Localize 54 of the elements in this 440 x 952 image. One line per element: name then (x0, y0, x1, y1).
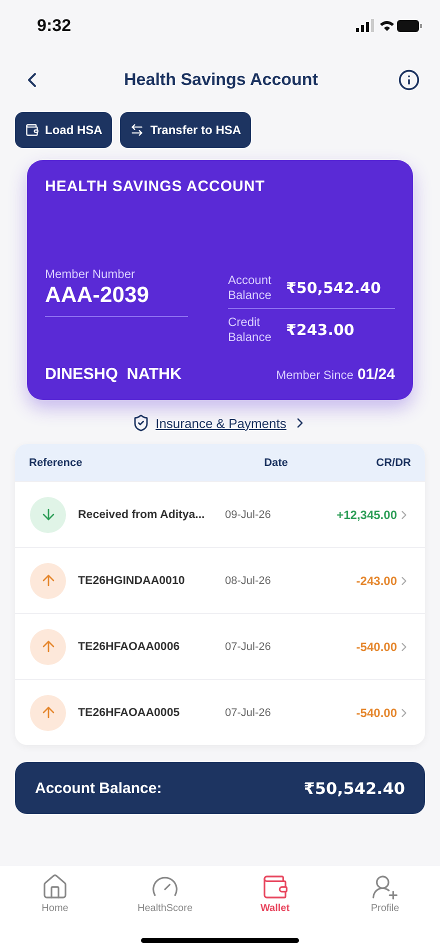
column-header: CR/DR (375, 456, 411, 468)
balance-bar-value: ₹50,542.40 (304, 778, 405, 798)
battery-icon (397, 20, 422, 32)
amount-text: -243.00 (355, 574, 397, 588)
member-number-label: Member Number (45, 267, 136, 282)
card-title: HEALTH SAVINGS ACCOUNT (45, 178, 266, 195)
status-time: 9:32 (37, 16, 72, 36)
nav-tab[interactable]: HealthScore (110, 872, 220, 952)
date-text: 07-Jul-26 (225, 706, 272, 718)
balance-value: ₹243.00 (286, 320, 354, 339)
home-icon (41, 873, 69, 901)
reference-text: TE26HFAOAA0006 (78, 640, 181, 652)
date-text: 08-Jul-26 (225, 574, 272, 586)
swap-icon (130, 123, 144, 137)
balance-bar-label: Account Balance: (35, 780, 162, 796)
transaction-row[interactable]: TE26HFAOAA0006 07-Jul-26 -540.00 (15, 613, 425, 679)
date-text: 09-Jul-26 (225, 508, 272, 520)
arrow-down-icon (30, 496, 66, 532)
member-number: AAA-2039 (45, 282, 150, 308)
balance-label: Credit Balance (228, 315, 272, 344)
reference-text: TE26HGINDAA0010 (78, 574, 186, 586)
reference-text: Received from Aditya... (78, 508, 206, 520)
nav-tab[interactable]: Home (0, 872, 110, 952)
transfer-button[interactable]: Transfer to HSA (120, 112, 252, 148)
member-name: DINESHQ NATHK (45, 366, 182, 384)
column-header: Date (263, 456, 289, 468)
nav-tab[interactable]: Wallet (220, 872, 330, 952)
transaction-row[interactable]: TE26HGINDAA0010 08-Jul-26 -243.00 (15, 547, 425, 613)
insurance-payments-link[interactable]: Insurance & Payments (156, 416, 286, 430)
amount-text: -540.00 (355, 706, 397, 720)
signal-icon (356, 19, 374, 32)
wallet-icon (261, 873, 289, 901)
load-button[interactable]: Load HSA (15, 112, 112, 148)
transaction-row[interactable]: Received from Aditya... 09-Jul-26 +12,345.00 (15, 481, 425, 547)
transaction-row[interactable]: TE26HFAOAA0005 07-Jul-26 -540.00 (15, 679, 425, 745)
member-since-label: Member Since (276, 368, 354, 382)
arrow-up-icon (30, 694, 66, 730)
shield-check-icon (132, 414, 150, 432)
balance-label: Account Balance (228, 273, 272, 302)
amount-text: -540.00 (355, 640, 397, 654)
reference-text: TE26HFAOAA0005 (78, 706, 181, 718)
wifi-icon (380, 21, 394, 31)
profile-icon (371, 873, 399, 901)
column-header: Reference (29, 456, 84, 468)
member-since-date: 01/24 (357, 366, 395, 383)
balance-value: ₹50,542.40 (286, 278, 381, 297)
arrow-up-icon (30, 628, 66, 664)
amount-text: +12,345.00 (336, 508, 397, 522)
arrow-up-icon (30, 562, 66, 598)
nav-tab[interactable]: Profile (330, 872, 440, 952)
page-title: Health Savings Account (124, 70, 318, 90)
wallet-icon (25, 123, 39, 137)
info-icon[interactable] (398, 69, 420, 91)
date-text: 07-Jul-26 (225, 640, 272, 652)
